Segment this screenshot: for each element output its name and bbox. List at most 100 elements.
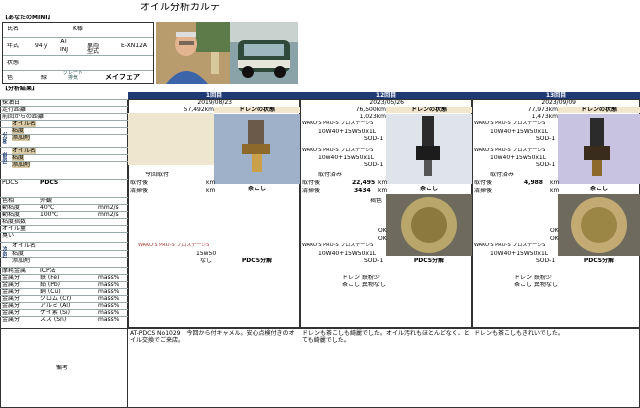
row-label: オイル名 bbox=[12, 243, 37, 249]
condition-label: 状態 bbox=[7, 60, 20, 66]
hue-sub: 外観 bbox=[40, 198, 53, 204]
r13-distance: 77,973km bbox=[527, 107, 558, 113]
r13-strainer-photo bbox=[558, 194, 640, 256]
grade-value: メイフェア bbox=[105, 74, 140, 81]
metal-unit: mass% bbox=[98, 282, 120, 288]
visc100-unit: mm2/s bbox=[98, 212, 119, 218]
r1-next-oil: WAKO'S PRO-S プロステージS bbox=[138, 243, 210, 248]
r12-pdcs-c: 清掃後 bbox=[302, 188, 321, 194]
r13-pdcs-b: 取付後 bbox=[474, 180, 493, 186]
r12-date: 2023/05/26 bbox=[369, 100, 404, 106]
r12-drain-illustration bbox=[386, 114, 472, 184]
r12-distance: 76,500km bbox=[355, 107, 386, 113]
fuel: INJ bbox=[59, 47, 69, 53]
r12-prev-visc: 10w40+15w50x1L bbox=[318, 155, 375, 161]
row-label: 添加剤 bbox=[12, 135, 31, 141]
name-label: 氏名 bbox=[7, 26, 20, 32]
metal-name: クロム (Cr) bbox=[40, 296, 72, 302]
metal-name: 鉛 (Pb) bbox=[40, 282, 61, 288]
r12-note1: ドレン 鉄粉少 bbox=[342, 275, 380, 281]
remarks-label: 備考 bbox=[56, 365, 69, 371]
r12-next-oil: WAKO'S PRO-S プロステージS bbox=[302, 243, 374, 248]
r1-pdcs-sub: PDCS分解 bbox=[241, 258, 273, 264]
r13-ok1: OK bbox=[550, 228, 559, 234]
r13-remarks: ドレンも茶こしもきれいでした。 bbox=[474, 330, 564, 337]
round-12-header: 12回目 bbox=[300, 92, 472, 99]
r13-pdcs-sub: PDCS分解 bbox=[583, 258, 615, 264]
r1-drain-illustration bbox=[214, 114, 300, 184]
r1-pdcs-a: 今回取付 bbox=[145, 172, 170, 178]
r13-strainer-illustration bbox=[558, 194, 640, 256]
r13-pdcs-a: 取付済み bbox=[490, 172, 515, 178]
r12-pdcs-c-val: 3434 bbox=[354, 188, 371, 194]
r13-drain-label: ドレンの状態 bbox=[558, 107, 640, 113]
r12-oil: WAKO'S PRO-S プロステージS bbox=[302, 121, 374, 126]
r13-next-visc: 10W40+15W50x1L bbox=[490, 251, 549, 257]
sheet-title: オイル分析カルテ bbox=[140, 3, 220, 13]
profile-table: 氏名 K様 年式 94ｙ AT INJ 車両 型式 E-XN12A 状態 色 緑… bbox=[2, 22, 154, 84]
metal-name: 銅 (Cu) bbox=[40, 289, 61, 295]
car-photo bbox=[230, 22, 298, 84]
r12-next-visc: 10W40+15W50x1L bbox=[318, 251, 377, 257]
r12-prev-oil: WAKO'S PRO-S プロステージS bbox=[302, 148, 374, 153]
visc40-sub: 40℃ bbox=[40, 205, 55, 211]
r12-visc: 10W40+15W50x1L bbox=[318, 129, 377, 135]
r12-drain-photo bbox=[386, 114, 472, 184]
r13-visc: 10W40+15W50x1L bbox=[490, 129, 549, 135]
visc100-sub: 100℃ bbox=[40, 212, 59, 218]
visc40-unit: mm2/s bbox=[98, 205, 119, 211]
metal-unit: mass% bbox=[98, 303, 120, 309]
group-prev: 前回 bbox=[1, 152, 7, 164]
r12-pdcs-b: 取付後 bbox=[302, 180, 321, 186]
r12-pdcs-b-val: 22,495 bbox=[352, 180, 376, 186]
r13-ok2: OK bbox=[550, 236, 559, 242]
round-1-header: 1回目 bbox=[128, 92, 300, 99]
r12-drain-label: ドレンの状態 bbox=[386, 107, 472, 113]
r12-next-additive: SOD-1 bbox=[364, 258, 384, 264]
r13-prev-visc: 10w40+15w50x1L bbox=[490, 155, 547, 161]
r13-drain-photo bbox=[558, 114, 640, 184]
r13-prev-oil: WAKO'S PRO-S プロステージS bbox=[474, 148, 546, 153]
r12-note2: 茶こし 異物なし bbox=[342, 282, 386, 288]
r13-drain-illustration bbox=[558, 114, 640, 184]
color-label: 色 bbox=[7, 75, 14, 81]
r12-strainer-illustration bbox=[386, 194, 472, 256]
r12-additive: SOD-1 bbox=[364, 136, 384, 142]
section-results: 【分析結果】 bbox=[2, 86, 39, 92]
r13-strainer: 茶こし bbox=[589, 186, 608, 192]
r1-next-visc: 15w50 bbox=[196, 251, 217, 257]
r1-pdcs-c: 清掃後 bbox=[130, 188, 149, 194]
r12-pdcs-sub: PDCS分解 bbox=[413, 258, 445, 264]
r12-strainer: 茶こし bbox=[419, 186, 438, 192]
year-value: 94ｙ bbox=[35, 43, 49, 49]
round-13-header: 13回目 bbox=[472, 92, 640, 99]
r1-empty-block bbox=[128, 113, 214, 165]
r12-ok1: OK bbox=[378, 228, 387, 234]
metal-unit: mass% bbox=[98, 289, 120, 295]
r13-delta: 1,473km bbox=[531, 114, 559, 120]
r13-prev-additive: SOD-1 bbox=[536, 162, 556, 168]
metal-name: ケイ素 (Si) bbox=[40, 310, 70, 316]
r12-ok2: OK bbox=[378, 236, 387, 242]
r1-remarks: AT-PDCS No1029 今回から付キャメル。安心点検付きのオイル交換でご来… bbox=[130, 330, 295, 345]
ac: 車両 型式 bbox=[86, 43, 99, 55]
row-label: 臭い bbox=[2, 233, 15, 239]
r13-additive: SOD-1 bbox=[536, 136, 556, 142]
r12-pdcs-a: 取付済み bbox=[318, 172, 343, 178]
r13-next-oil: WAKO'S PRO-S プロステージS bbox=[474, 243, 546, 248]
r1-strainer: 茶こし bbox=[247, 186, 266, 192]
r1-next-additive: なし bbox=[200, 258, 213, 264]
metal-name: スズ (Sn) bbox=[40, 317, 67, 323]
year-label: 年式 bbox=[7, 43, 20, 49]
r1-drain-photo bbox=[214, 114, 300, 184]
name-value: K様 bbox=[73, 26, 83, 32]
r12-prev-additive: SOD-1 bbox=[364, 162, 384, 168]
row-label: PDCS bbox=[2, 180, 19, 186]
r12-hue: 褐色 bbox=[370, 198, 383, 204]
metal-unit: mass% bbox=[98, 296, 120, 302]
owner-illustration bbox=[156, 22, 230, 84]
r13-date: 2023/09/09 bbox=[541, 100, 576, 106]
r13-next-additive: SOD-1 bbox=[536, 258, 556, 264]
model-code: E-XN12A bbox=[121, 43, 147, 49]
car-illustration bbox=[230, 22, 298, 84]
